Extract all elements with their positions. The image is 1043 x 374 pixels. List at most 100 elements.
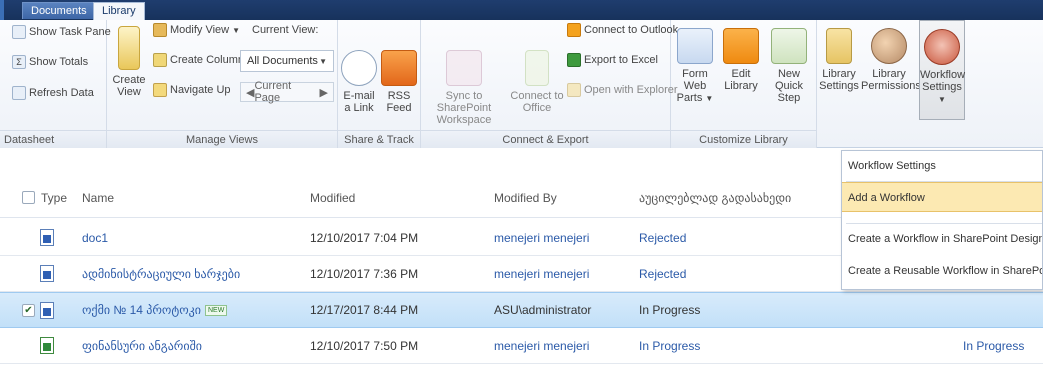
connect-office-label: Connect to Office	[510, 90, 564, 114]
show-totals-button[interactable]: Σ Show Totals	[12, 52, 88, 72]
column-header-modified[interactable]: Modified	[310, 178, 355, 217]
workflow-settings-label: Workflow Settings	[920, 69, 966, 93]
group-label-connect-export: Connect & Export	[421, 130, 670, 148]
sharepoint-workspace-icon	[446, 50, 482, 86]
new-quick-step-button[interactable]: New Quick Step	[765, 28, 813, 104]
create-column-label: Create Column	[170, 54, 244, 66]
modified-by-link[interactable]: menejeri menejeri	[494, 220, 589, 255]
status-link[interactable]: In Progress	[639, 328, 700, 363]
group-connect-export: Sync to SharePoint Workspace Connect to …	[421, 20, 678, 148]
group-manage-views: Create View Modify View ▼ Create Column …	[107, 20, 338, 148]
library-settings-button[interactable]: Library Settings	[819, 28, 859, 92]
edit-library-button[interactable]: Edit Library	[721, 28, 761, 92]
show-task-pane-button[interactable]: Show Task Pane	[12, 22, 111, 42]
workflow-icon	[924, 29, 960, 65]
connect-to-outlook-button[interactable]: Connect to Outlook	[567, 20, 678, 40]
show-task-pane-label: Show Task Pane	[29, 26, 111, 38]
current-view-label: Current View:	[252, 24, 319, 36]
navigate-up-button[interactable]: Navigate Up	[153, 80, 231, 100]
excel-doc-icon	[40, 328, 54, 363]
tab-bar-edge	[0, 0, 4, 20]
library-settings-label: Library Settings	[819, 68, 859, 92]
group-label-manage-views: Manage Views	[107, 130, 337, 148]
column-header-modified-by[interactable]: Modified By	[494, 178, 557, 217]
doc-name-text: ოქმი № 14 პროტოკი	[82, 303, 201, 317]
status-link[interactable]: Rejected	[639, 220, 686, 255]
doc-name-link[interactable]: ფინანსური ანგარიში	[82, 328, 202, 363]
modified-date: 12/10/2017 7:50 PM	[310, 338, 419, 353]
column-header-name[interactable]: Name	[82, 178, 114, 217]
table-row[interactable]: ფინანსური ანგარიში 12/10/2017 7:50 PM me…	[0, 328, 1043, 364]
doc-name-link[interactable]: ოქმი № 14 პროტოკი NEW	[82, 293, 228, 327]
edit-library-label: Edit Library	[724, 68, 758, 92]
modified-date: 12/17/2017 8:44 PM	[310, 303, 419, 317]
doc-name-link[interactable]: ადმინისტრაციული ხარჯები	[82, 256, 240, 291]
refresh-data-button[interactable]: Refresh Data	[12, 83, 94, 103]
workflow-status-link[interactable]: In Progress	[963, 328, 1024, 363]
create-column-button[interactable]: Create Column	[153, 50, 244, 70]
current-view-value: All Documents	[247, 55, 318, 67]
group-datasheet: Show Task Pane Σ Show Totals Refresh Dat…	[0, 20, 111, 148]
rss-icon	[381, 50, 417, 86]
row-checkbox[interactable]: ✔	[22, 293, 35, 327]
people-icon	[871, 28, 907, 64]
new-quick-step-label: New Quick Step	[774, 68, 804, 104]
sync-sharepoint-label: Sync to SharePoint Workspace	[436, 90, 492, 126]
form-web-parts-button[interactable]: Form Web Parts ▼	[673, 28, 717, 105]
workflow-settings-button[interactable]: Workflow Settings ▼	[919, 20, 965, 120]
library-permissions-label: Library Permissions	[861, 68, 921, 92]
create-view-label: Create View	[112, 74, 146, 98]
form-web-parts-label: Form Web Parts	[676, 68, 708, 104]
modified-date: 12/10/2017 7:04 PM	[310, 230, 419, 245]
open-with-explorer-button: Open with Explorer	[567, 80, 678, 100]
new-badge: NEW	[205, 304, 228, 316]
folder-icon	[567, 83, 581, 97]
word-doc-icon	[40, 293, 54, 327]
show-totals-label: Show Totals	[29, 56, 89, 68]
email-link-label: E-mail a Link	[343, 90, 375, 114]
select-all-checkbox[interactable]	[22, 178, 35, 217]
modify-view-button[interactable]: Modify View ▼	[153, 20, 240, 40]
status-link[interactable]: Rejected	[639, 256, 686, 291]
checkmark-icon: ✔	[22, 303, 35, 317]
word-doc-icon	[40, 256, 54, 291]
excel-icon	[567, 53, 581, 67]
current-page-label: Current Page	[254, 80, 292, 104]
create-view-button[interactable]: Create View	[111, 26, 147, 98]
modified-by-text[interactable]: ASU\administrator	[494, 293, 591, 327]
chevron-down-icon: ▼	[319, 56, 327, 66]
group-label-customize-library: Customize Library	[671, 130, 816, 148]
column-header-approval[interactable]: აუცილებლად გადასახედი	[639, 178, 791, 217]
modified-by-link[interactable]: menejeri menejeri	[494, 256, 589, 291]
doc-name-link[interactable]: doc1	[82, 220, 108, 255]
library-permissions-button[interactable]: Library Permissions	[861, 28, 921, 92]
open-explorer-label: Open with Explorer	[584, 84, 678, 96]
modified-by-link[interactable]: menejeri menejeri	[494, 328, 589, 363]
navigate-up-label: Navigate Up	[170, 84, 231, 96]
group-settings: Library Settings Library Permissions Wor…	[817, 20, 1043, 148]
prev-page-icon[interactable]: ◀	[246, 86, 254, 99]
connect-outlook-label: Connect to Outlook	[584, 24, 679, 36]
export-to-excel-button[interactable]: Export to Excel	[567, 50, 658, 70]
column-header-type[interactable]: Type	[41, 178, 67, 217]
chevron-down-icon: ▼	[938, 95, 946, 104]
next-page-icon[interactable]: ▶	[320, 86, 328, 99]
ribbon-tab-bar: Documents Library	[0, 0, 1043, 20]
refresh-data-label: Refresh Data	[29, 87, 94, 99]
rss-feed-button[interactable]: RSS Feed	[381, 50, 417, 114]
menu-item-create-reusable-workflow[interactable]: Create a Reusable Workflow in SharePoint…	[842, 256, 1042, 286]
menu-item-create-workflow-designer[interactable]: Create a Workflow in SharePoint Designer	[842, 224, 1042, 254]
group-label-datasheet: Datasheet	[0, 130, 106, 148]
current-view-select[interactable]: All Documents ▼	[240, 50, 334, 72]
workflow-settings-menu: Workflow Settings Add a Workflow Create …	[841, 150, 1043, 290]
tab-library[interactable]: Library	[93, 2, 145, 20]
table-row-selected[interactable]: ✔ ოქმი № 14 პროტოკი NEW 12/17/2017 8:44 …	[0, 292, 1043, 328]
email-link-button[interactable]: E-mail a Link	[341, 50, 377, 114]
group-share-track: E-mail a Link RSS Feed Share & Track	[338, 20, 421, 148]
menu-item-add-workflow[interactable]: Add a Workflow	[842, 182, 1042, 212]
menu-item-workflow-settings[interactable]: Workflow Settings	[842, 151, 1042, 181]
status-text[interactable]: In Progress	[639, 293, 700, 327]
tab-documents[interactable]: Documents	[22, 2, 96, 19]
sync-sharepoint-workspace-button: Sync to SharePoint Workspace	[423, 50, 505, 126]
checkbox-icon	[22, 191, 35, 204]
